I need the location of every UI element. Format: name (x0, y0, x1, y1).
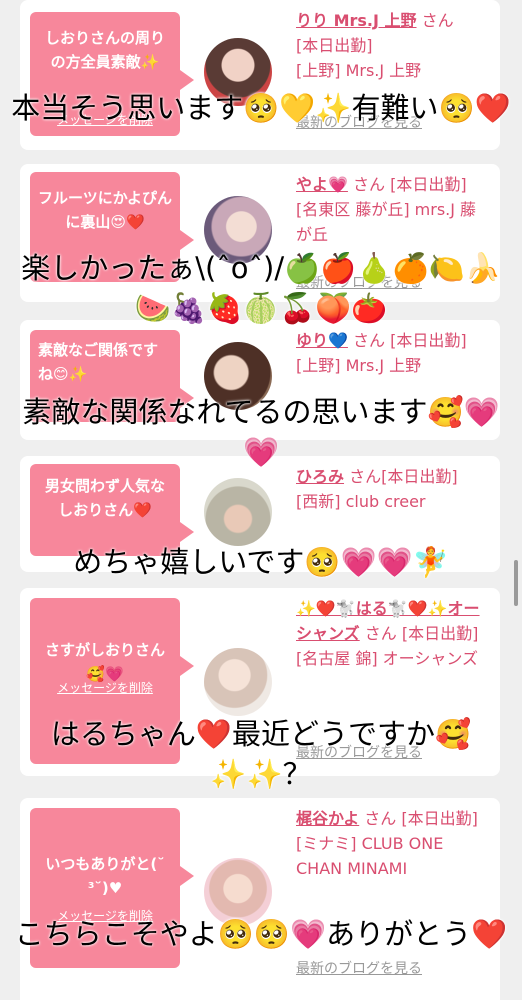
shop-text: [上野] Mrs.J 上野 (296, 356, 422, 375)
status-text: [本日出勤] (401, 624, 479, 643)
girl-name-link[interactable]: りり Mrs.J 上野 (296, 11, 417, 30)
girl-name-link[interactable]: やよ💗 (296, 175, 348, 194)
avatar[interactable] (204, 648, 272, 716)
latest-blog-link[interactable]: 最新のブログを見る (296, 958, 422, 978)
honorific: さん (353, 331, 386, 350)
message-text: 素敵なご関係ですね😊✨ (38, 341, 159, 383)
shop-text: [名東区 藤が丘] mrs.J 藤が丘 (296, 200, 477, 244)
honorific: さん (421, 11, 454, 30)
message-text: フルーツにかよぴんに裏山😍❤️ (38, 189, 172, 231)
honorific: さん (353, 175, 386, 194)
girl-info: ゆり💙 さん [本日出勤] [上野] Mrs.J 上野 (296, 328, 490, 378)
girl-info: やよ💗 さん [本日出勤] [名東区 藤が丘] mrs.J 藤が丘 (296, 172, 490, 247)
honorific: さん (364, 809, 397, 828)
comment-caption: 楽しかったぁ\(ˆoˆ)/🍏🍎🍐🍊🍋🍌🍉🍇🍓🍈🍒🍑🍅 (21, 251, 501, 325)
shop-text: [名古屋 錦] オーシャンズ (296, 649, 479, 668)
comment-caption: はるちゃん❤️最近どうですか🥰✨✨？ (50, 717, 472, 791)
girl-info: 梶谷かよ さん [本日出勤] [ミナミ] CLUB ONE CHAN MINAM… (296, 806, 490, 881)
avatar[interactable] (204, 478, 272, 546)
comment-caption: こちらこそやよ🥺🥺💗ありがとう❤️ (14, 917, 508, 951)
shop-text: [西新] club creer (296, 492, 426, 511)
shop-text: [ミナミ] CLUB ONE CHAN MINAMI (296, 834, 444, 878)
status-text: [本日出勤] (390, 175, 467, 194)
comment-caption: 素敵な関係なれてるの思います🥰💗💗 (22, 395, 500, 469)
status-text: [本日出勤] (401, 809, 478, 828)
message-text: 男女問わず人気なしおりさん❤️ (44, 477, 165, 519)
delete-message-link[interactable]: メッセージを削除 (30, 679, 180, 696)
girl-name-link[interactable]: ゆり💙 (296, 331, 348, 350)
status-text: [本日出勤] (390, 331, 467, 350)
message-text: いつもありがと(˘ ³˘)♥ (45, 855, 165, 897)
message-card: いつもありがと(˘ ³˘)♥ メッセージを削除 梶谷かよ さん [本日出勤] [… (20, 798, 500, 1000)
status-text: [本日出勤] (296, 36, 373, 55)
comment-caption: 本当そう思います🥺💛✨有難い🥺❤️ (11, 91, 511, 125)
girl-name-link[interactable]: 梶谷かよ (296, 809, 359, 828)
message-text: しおりさんの周りの方全員素敵✨ (44, 29, 165, 71)
comment-caption: めちゃ嬉しいです🥺💗💗🧚 (73, 545, 449, 579)
shop-text: [上野] Mrs.J 上野 (296, 61, 422, 80)
honorific: さん (364, 624, 397, 643)
girl-info: りり Mrs.J 上野 さん [本日出勤] [上野] Mrs.J 上野 (296, 8, 490, 83)
girl-info: ✨❤️🐩はる🐩❤️✨オーシャンズ さん [本日出勤] [名古屋 錦] オーシャン… (296, 596, 490, 671)
